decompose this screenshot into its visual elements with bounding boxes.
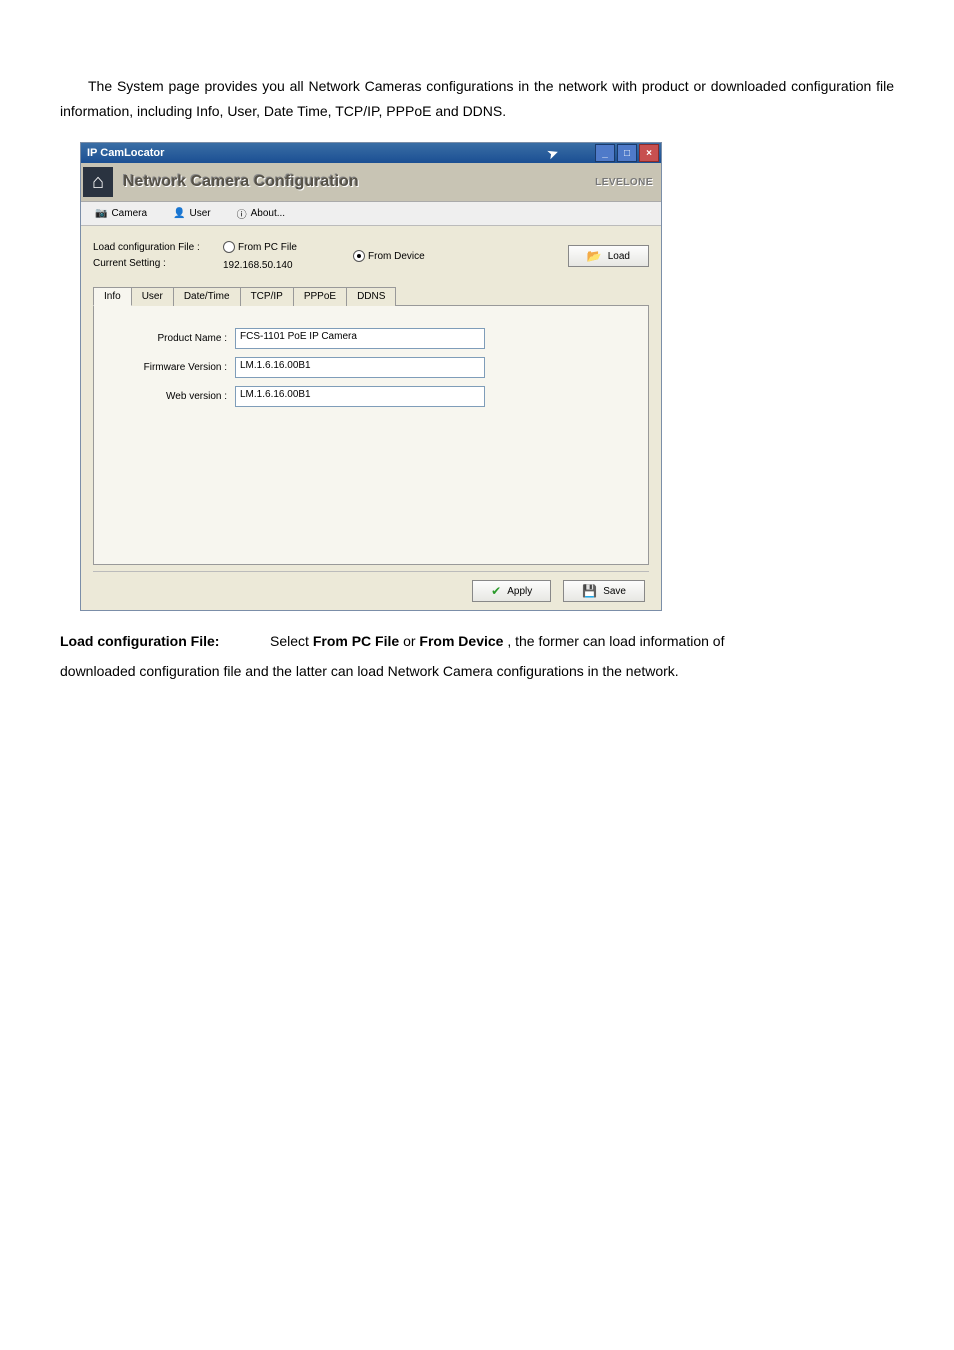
header-title: Network Camera Configuration	[123, 173, 359, 191]
current-setting-label: Current Setting :	[93, 256, 213, 272]
radio-icon	[353, 250, 365, 262]
window-title: IP CamLocator	[87, 147, 164, 159]
menu-user-label: User	[189, 208, 210, 219]
minimize-button[interactable]: _	[595, 144, 615, 162]
menu-camera-label: Camera	[111, 208, 147, 219]
titlebar: IP CamLocator _ □ ×	[81, 143, 661, 163]
user-icon: 👤	[173, 208, 185, 219]
product-name-label: Product Name :	[112, 333, 235, 344]
info-icon: ⓘ	[237, 206, 247, 221]
radio-from-device-label: From Device	[368, 251, 425, 262]
tab-ddns[interactable]: DDNS	[346, 287, 396, 306]
radio-from-device[interactable]: From Device	[353, 250, 425, 262]
maximize-button[interactable]: □	[617, 144, 637, 162]
tab-panel-info: Product Name : FCS-1101 PoE IP Camera Fi…	[93, 306, 649, 565]
firmware-version-field[interactable]: LM.1.6.16.00B1	[235, 357, 485, 378]
definition-line: Load configuration File: Select From PC …	[60, 629, 894, 654]
brand-logo: LEVELONE	[595, 177, 653, 188]
save-button-label: Save	[603, 586, 626, 597]
definition-continuation: downloaded configuration file and the la…	[60, 659, 894, 684]
header-band: ⌂ Network Camera Configuration LEVELONE	[81, 163, 661, 202]
firmware-version-label: Firmware Version :	[112, 362, 235, 373]
apply-button-label: Apply	[507, 586, 532, 597]
menubar: 📷 Camera 👤 User ⓘ About...	[81, 202, 661, 226]
tab-tcpip[interactable]: TCP/IP	[240, 287, 294, 306]
bottom-bar: ✔ Apply 💾 Save	[93, 571, 649, 602]
apply-button[interactable]: ✔ Apply	[472, 580, 551, 602]
current-setting-value: 192.168.50.140	[223, 260, 343, 271]
menu-user[interactable]: 👤 User	[163, 204, 221, 223]
menu-about-label: About...	[251, 208, 285, 219]
load-button-label: Load	[608, 251, 630, 262]
intro-paragraph: The System page provides you all Network…	[60, 74, 894, 124]
radio-from-pc-label: From PC File	[238, 242, 297, 253]
camera-icon: 📷	[95, 208, 107, 219]
tab-user[interactable]: User	[131, 287, 174, 306]
tab-info[interactable]: Info	[93, 287, 132, 306]
close-button[interactable]: ×	[639, 144, 659, 162]
tab-datetime[interactable]: Date/Time	[173, 287, 241, 306]
definition-term: Load configuration File:	[60, 629, 270, 654]
app-window: ➤ IP CamLocator _ □ × ⌂ Network Camera C…	[80, 142, 662, 611]
logo-icon: ⌂	[83, 167, 113, 197]
load-config-row: Load configuration File : Current Settin…	[93, 236, 649, 282]
tabs: Info User Date/Time TCP/IP PPPoE DDNS	[93, 286, 649, 306]
web-version-field[interactable]: LM.1.6.16.00B1	[235, 386, 485, 407]
menu-camera[interactable]: 📷 Camera	[85, 204, 157, 223]
definition-body: Select From PC File or From Device , the…	[270, 629, 724, 654]
save-icon: 💾	[582, 584, 597, 598]
product-name-field[interactable]: FCS-1101 PoE IP Camera	[235, 328, 485, 349]
radio-icon	[223, 241, 235, 253]
load-button[interactable]: 📂 Load	[568, 245, 649, 267]
load-config-label: Load configuration File :	[93, 240, 213, 256]
menu-about[interactable]: ⓘ About...	[227, 204, 295, 223]
radio-from-pc[interactable]: From PC File	[223, 241, 297, 253]
tab-pppoe[interactable]: PPPoE	[293, 287, 347, 306]
checkmark-icon: ✔	[491, 584, 501, 598]
folder-icon: 📂	[587, 249, 602, 263]
save-button[interactable]: 💾 Save	[563, 580, 645, 602]
web-version-label: Web version :	[112, 391, 235, 402]
